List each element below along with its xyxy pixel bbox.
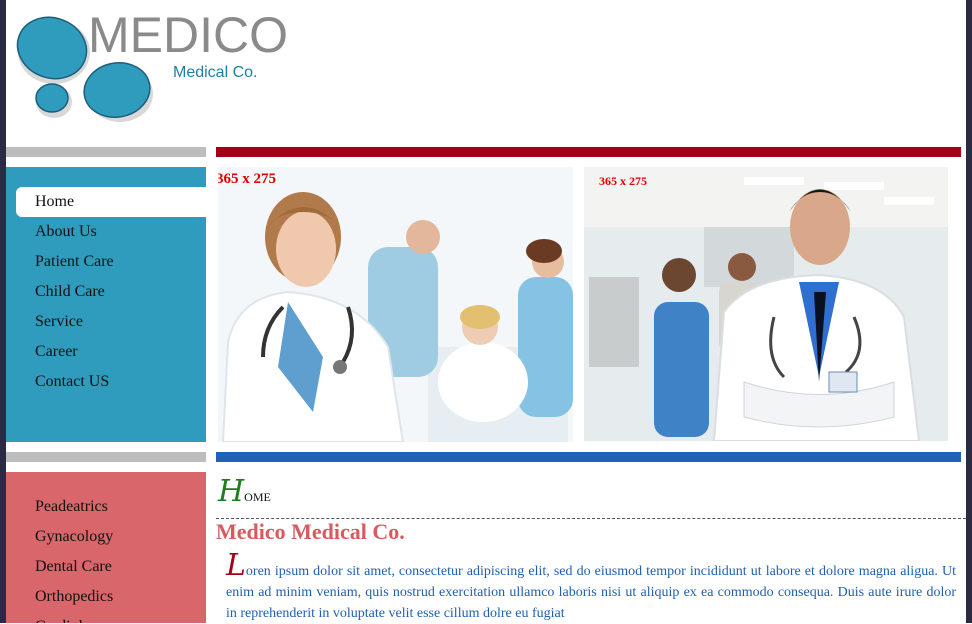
nav-top-divider xyxy=(6,147,206,157)
female-doctor-illustration xyxy=(218,167,573,442)
page-heading-rest: ome xyxy=(244,486,271,505)
nav-item-home[interactable]: Home xyxy=(16,187,206,217)
specialties-top-divider xyxy=(6,452,206,462)
paragraph-text: oren ipsum dolor sit amet, consectetur a… xyxy=(226,564,956,621)
photo-size-label: 365 x 275 xyxy=(599,174,647,188)
main-nav: Home About Us Patient Care Child Care Se… xyxy=(6,167,206,442)
nav-item-child-care[interactable]: Child Care xyxy=(6,277,206,307)
nav-item-career[interactable]: Career xyxy=(6,337,206,367)
nav-item-service[interactable]: Service xyxy=(6,307,206,337)
intro-paragraph: Loren ipsum dolor sit amet, consectetur … xyxy=(226,551,956,624)
nav-item-contact-us[interactable]: Contact US xyxy=(6,367,206,397)
nav-item-about-us[interactable]: About Us xyxy=(6,217,206,247)
specialty-item-cardiology[interactable]: Cardiology xyxy=(6,612,206,623)
page-heading: Home xyxy=(218,474,271,509)
photo-size-label: 365 x 275 xyxy=(218,171,276,187)
site-logo[interactable]: MEDICO Medical Co. xyxy=(14,6,294,131)
banner-top-divider xyxy=(216,147,961,157)
specialty-item-gynacology[interactable]: Gynacology xyxy=(6,522,206,552)
nav-item-patient-care[interactable]: Patient Care xyxy=(6,247,206,277)
page-frame-right xyxy=(966,0,972,623)
company-name: Medico Medical Co. xyxy=(216,519,405,544)
banner-photo-female-doctor: 365 x 275 xyxy=(218,167,573,442)
logo-title: MEDICO xyxy=(88,7,288,63)
page-heading-initial: H xyxy=(218,474,245,509)
content-top-divider xyxy=(216,452,961,462)
logo-subtitle: Medical Co. xyxy=(173,64,258,81)
specialty-item-dental-care[interactable]: Dental Care xyxy=(6,552,206,582)
specialty-item-peadeatrics[interactable]: Peadeatrics xyxy=(6,492,206,522)
specialty-item-orthopedics[interactable]: Orthopedics xyxy=(6,582,206,612)
specialties-nav: Peadeatrics Gynacology Dental Care Ortho… xyxy=(6,472,206,623)
male-doctor-illustration xyxy=(584,167,948,441)
paragraph-dropcap: L xyxy=(226,548,246,583)
banner-photo-male-doctor: 365 x 275 xyxy=(584,167,948,441)
